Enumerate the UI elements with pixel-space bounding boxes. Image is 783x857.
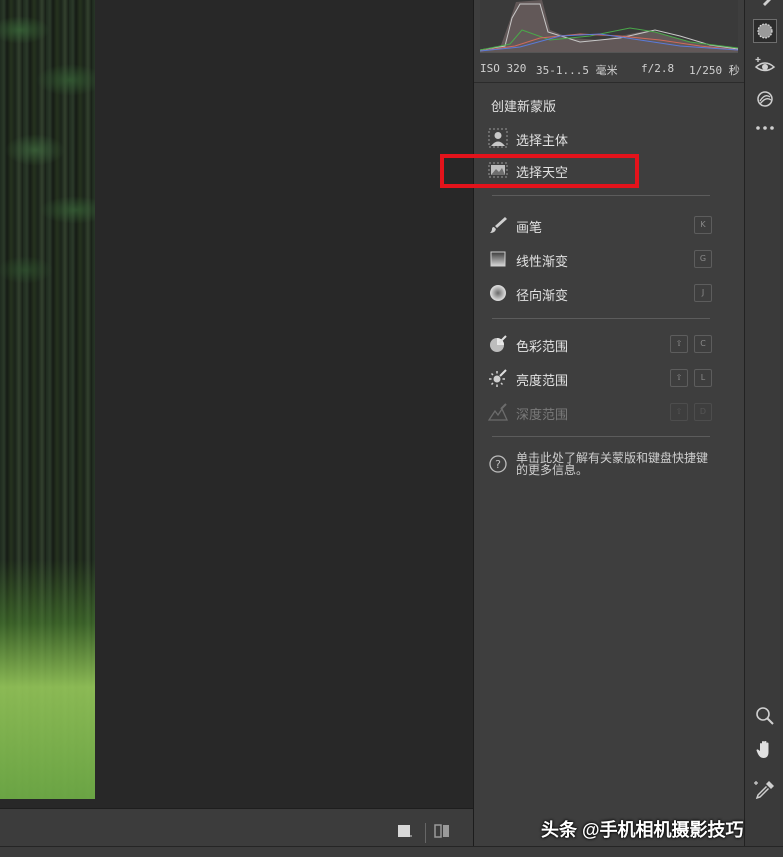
depth-range-icon xyxy=(487,402,509,422)
help-text: 单击此处了解有关蒙版和键盘快捷键的更多信息。 xyxy=(516,451,709,477)
photo-preview[interactable] xyxy=(0,0,95,799)
brush-item[interactable]: 画笔 K xyxy=(488,212,714,238)
svg-text:?: ? xyxy=(495,458,501,471)
create-new-mask-title: 创建新蒙版 xyxy=(491,99,557,114)
select-subject-item[interactable]: 选择主体 xyxy=(488,125,714,151)
window-bottom-edge xyxy=(0,846,783,857)
watermark-text: 头条 @手机相机摄影技巧 xyxy=(541,820,744,840)
color-range-icon xyxy=(488,334,508,354)
exif-info-bar: ISO 320 35-1...5 毫米 f/2.8 1/250 秒 xyxy=(474,54,744,83)
hand-icon[interactable] xyxy=(753,738,777,762)
view-mode-icon[interactable] xyxy=(395,821,415,841)
shortcut-key: ⇧ xyxy=(670,403,688,421)
color-range-item[interactable]: 色彩范围 ⇧ C xyxy=(488,331,714,357)
toolbar-divider xyxy=(425,823,426,843)
help-icon: ? xyxy=(488,454,508,474)
shutter-speed-value: 1/250 秒 xyxy=(689,64,740,77)
masking-help-link[interactable]: ? 单击此处了解有关蒙版和键盘快捷键的更多信息。 xyxy=(488,452,714,486)
depth-range-label: 深度范围 xyxy=(516,407,569,422)
highlight-box xyxy=(440,154,639,188)
depth-range-item[interactable]: 深度范围 ⇧ D xyxy=(487,399,714,425)
shortcut-key: D xyxy=(694,403,712,421)
shortcut-key: G xyxy=(694,250,712,268)
histogram xyxy=(479,0,739,53)
linear-gradient-icon xyxy=(488,249,508,269)
brush-icon xyxy=(488,215,508,235)
radial-gradient-icon xyxy=(488,283,508,303)
red-eye-icon[interactable] xyxy=(753,54,777,78)
luminance-range-icon xyxy=(488,368,508,388)
luminance-range-label: 亮度范围 xyxy=(516,373,569,388)
luminance-range-item[interactable]: 亮度范围 ⇧ L xyxy=(488,365,714,391)
presets-icon[interactable] xyxy=(753,87,777,111)
radial-gradient-item[interactable]: 径向渐变 J xyxy=(488,280,714,306)
aperture-value: f/2.8 xyxy=(641,62,675,75)
focal-length-value: 35-1...5 毫米 xyxy=(536,64,618,77)
eyedropper-icon[interactable] xyxy=(753,778,777,802)
select-subject-label: 选择主体 xyxy=(516,133,569,148)
tool-strip xyxy=(744,0,783,846)
more-icon[interactable] xyxy=(753,116,777,140)
shortcut-key: ⇧ xyxy=(670,369,688,387)
linear-gradient-label: 线性渐变 xyxy=(516,254,569,269)
iso-value: ISO 320 xyxy=(480,62,527,75)
color-range-label: 色彩范围 xyxy=(516,339,569,354)
linear-gradient-item[interactable]: 线性渐变 G xyxy=(488,246,714,272)
edit-brush-icon[interactable] xyxy=(753,0,777,16)
menu-divider xyxy=(492,436,710,437)
menu-divider xyxy=(492,195,710,196)
masking-icon[interactable] xyxy=(753,19,777,43)
menu-divider xyxy=(492,318,710,319)
shortcut-key: C xyxy=(694,335,712,353)
brush-label: 画笔 xyxy=(516,220,543,235)
person-icon xyxy=(488,128,508,148)
before-after-icon[interactable] xyxy=(432,821,452,841)
shortcut-key: J xyxy=(694,284,712,302)
shortcut-key: ⇧ xyxy=(670,335,688,353)
masking-panel: ISO 320 35-1...5 毫米 f/2.8 1/250 秒 创建新蒙版 … xyxy=(473,0,744,846)
zoom-icon[interactable] xyxy=(753,704,777,728)
image-canvas[interactable] xyxy=(0,0,473,808)
shortcut-key: K xyxy=(694,216,712,234)
shortcut-key: L xyxy=(694,369,712,387)
radial-gradient-label: 径向渐变 xyxy=(516,288,569,303)
